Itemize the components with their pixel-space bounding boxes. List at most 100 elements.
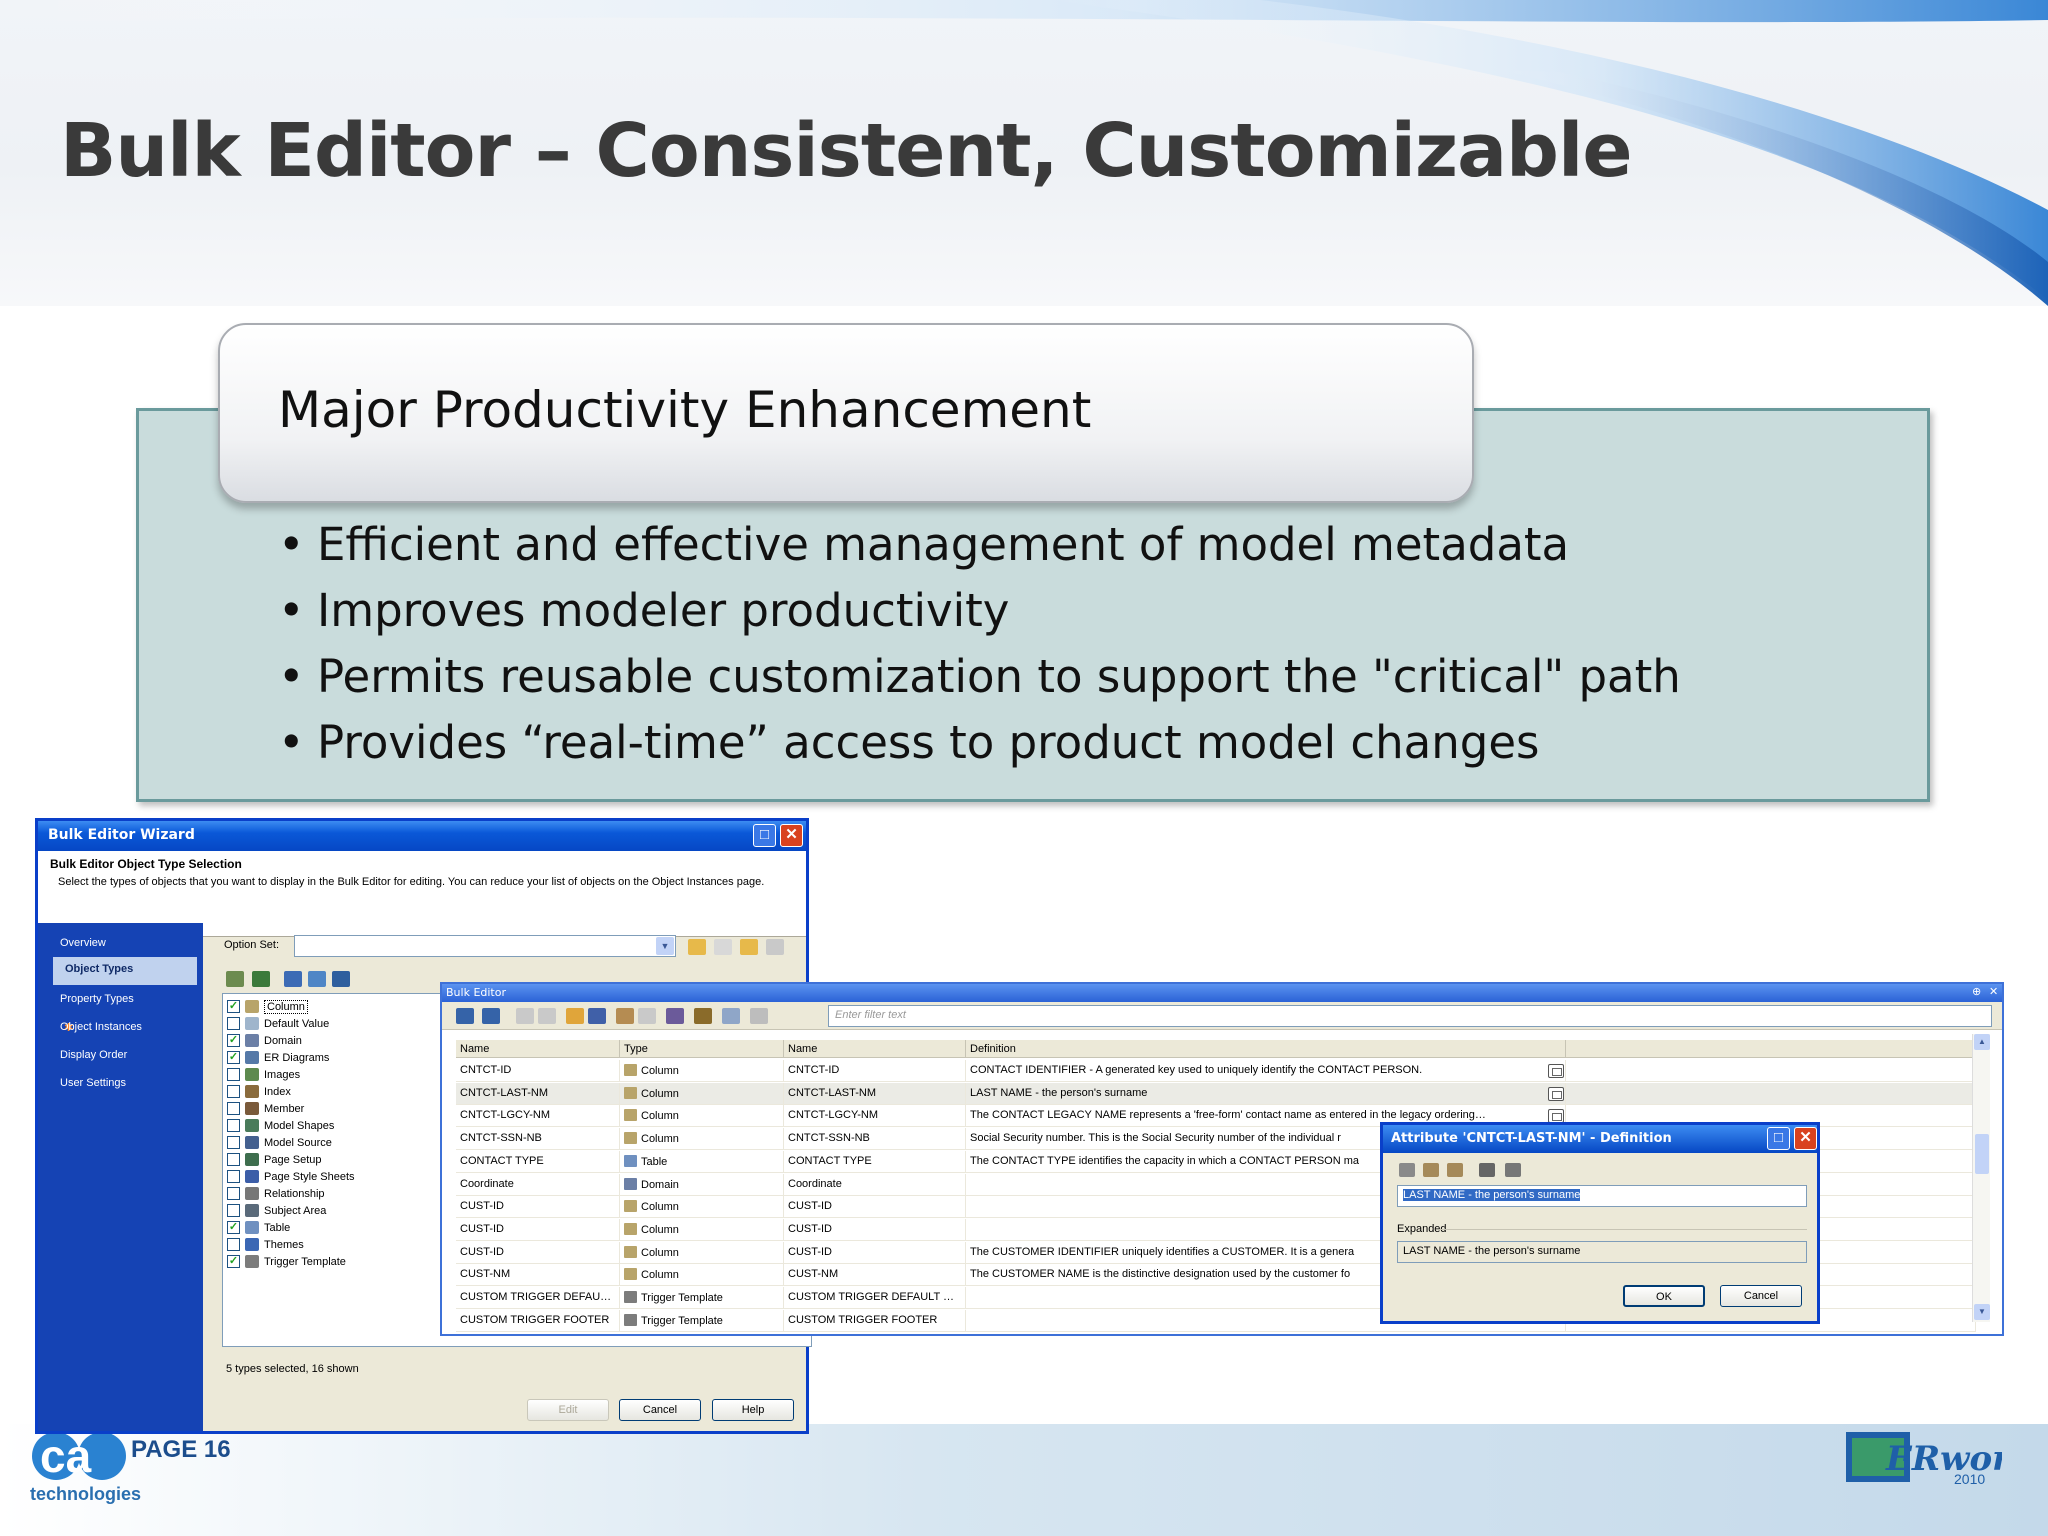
grid-cell-type[interactable]: Column xyxy=(620,1060,784,1082)
filter-add-icon[interactable] xyxy=(284,971,302,987)
cancel-button[interactable]: Cancel xyxy=(1720,1285,1802,1307)
grid-cell-name2[interactable]: CNTCT-LAST-NM xyxy=(784,1082,966,1105)
object-type-row[interactable]: Subject Area xyxy=(227,1202,326,1219)
grid-cell-definition[interactable]: LAST NAME - the person's surname xyxy=(966,1082,1566,1105)
checkbox-unchecked[interactable] xyxy=(227,1238,240,1251)
object-type-row[interactable]: Page Style Sheets xyxy=(227,1168,355,1185)
nav-user-settings[interactable]: User Settings xyxy=(60,1077,126,1089)
grid-cell-name2[interactable]: CNTCT-SSN-NB xyxy=(784,1128,966,1151)
grid-cell-name[interactable]: CUST-ID xyxy=(456,1241,620,1264)
cancel-button[interactable]: Cancel xyxy=(619,1399,701,1421)
checkbox-unchecked[interactable] xyxy=(227,1119,240,1132)
checkbox-unchecked[interactable] xyxy=(227,1017,240,1030)
save-icon[interactable] xyxy=(588,1008,606,1024)
grid-cell-type[interactable]: Domain xyxy=(620,1173,784,1196)
grid-cell-name[interactable]: CUST-NM xyxy=(456,1264,620,1287)
checkbox-checked[interactable]: ✓ xyxy=(227,1000,240,1013)
grid-cell-name2[interactable]: CONTACT TYPE xyxy=(784,1150,966,1173)
checkbox-unchecked[interactable] xyxy=(227,1187,240,1200)
columns-icon[interactable] xyxy=(722,1008,740,1024)
object-type-row[interactable]: Index xyxy=(227,1083,291,1100)
scroll-thumb[interactable] xyxy=(1975,1134,1989,1174)
grid-cell-name2[interactable]: CUST-ID xyxy=(784,1218,966,1241)
column-header-name[interactable]: Name xyxy=(456,1040,620,1058)
nav-property-types[interactable]: Property Types xyxy=(60,993,134,1005)
ok-button[interactable]: OK xyxy=(1623,1285,1705,1307)
checkbox-unchecked[interactable] xyxy=(227,1085,240,1098)
prev-icon[interactable] xyxy=(456,1008,474,1024)
grid-cell-name[interactable]: CNTCT-LAST-NM xyxy=(456,1082,620,1105)
checkbox-checked[interactable]: ✓ xyxy=(227,1051,240,1064)
close-button[interactable]: ✕ xyxy=(780,824,803,847)
checkbox-unchecked[interactable] xyxy=(227,1102,240,1115)
edit-definition-icon[interactable] xyxy=(1548,1086,1564,1101)
vertical-scrollbar[interactable]: ▲ ▼ xyxy=(1972,1034,1990,1322)
bulk-editor-titlebar[interactable]: Bulk Editor ⊕ ✕ xyxy=(442,984,2002,1002)
object-type-row[interactable]: ✓ Table xyxy=(227,1219,290,1236)
grid-cell-name[interactable]: CNTCT-LGCY-NM xyxy=(456,1105,620,1128)
scroll-up-icon[interactable]: ▲ xyxy=(1974,1034,1990,1050)
object-type-row[interactable]: Themes xyxy=(227,1236,304,1253)
checkbox-unchecked[interactable] xyxy=(227,1153,240,1166)
object-type-row[interactable]: ✓ ER Diagrams xyxy=(227,1049,329,1066)
grid-cell-type[interactable]: Trigger Template xyxy=(620,1309,784,1332)
definition-field[interactable]: LAST NAME - the person's surname xyxy=(1397,1185,1807,1207)
tree-view-icon[interactable] xyxy=(332,971,350,987)
grid-cell-name2[interactable]: CUST-NM xyxy=(784,1264,966,1287)
grid-cell-name2[interactable]: Coordinate xyxy=(784,1173,966,1196)
grid-cell-type[interactable]: Column xyxy=(620,1218,784,1241)
edit-button[interactable]: Edit xyxy=(527,1399,609,1421)
undo-icon[interactable] xyxy=(516,1008,534,1024)
copy-icon[interactable] xyxy=(1423,1163,1439,1177)
object-type-row[interactable]: Model Source xyxy=(227,1134,332,1151)
object-type-row[interactable]: Default Value xyxy=(227,1015,329,1032)
maximize-button[interactable]: □ xyxy=(1767,1127,1790,1150)
checkbox-checked[interactable]: ✓ xyxy=(227,1034,240,1047)
grid-cell-name2[interactable]: CNTCT-LGCY-NM xyxy=(784,1105,966,1128)
object-type-row[interactable]: Model Shapes xyxy=(227,1117,334,1134)
grid-cell-type[interactable]: Column xyxy=(620,1082,784,1105)
checkbox-checked[interactable]: ✓ xyxy=(227,1221,240,1234)
grid-cell-name[interactable]: CNTCT-SSN-NB xyxy=(456,1128,620,1151)
grid-cell-name[interactable]: CUST-ID xyxy=(456,1218,620,1241)
scroll-down-icon[interactable]: ▼ xyxy=(1974,1304,1990,1320)
nav-overview[interactable]: Overview xyxy=(60,937,106,949)
grid-cell-type[interactable]: Column xyxy=(620,1196,784,1219)
column-header-definition[interactable]: Definition xyxy=(966,1040,1566,1058)
grid-cell-name2[interactable]: CUSTOM TRIGGER DEFAULT … xyxy=(784,1287,966,1309)
attribute-dialog-titlebar[interactable]: Attribute 'CNTCT-LAST-NM' - Definition □… xyxy=(1383,1125,1817,1153)
checkbox-unchecked[interactable] xyxy=(227,1170,240,1183)
chevron-down-icon[interactable]: ▼ xyxy=(656,937,674,955)
grid-cell-type[interactable]: Table xyxy=(620,1150,784,1173)
filter-input[interactable]: Enter filter text xyxy=(828,1005,1992,1027)
redo-icon[interactable] xyxy=(538,1008,556,1024)
column-header-name-2[interactable]: Name xyxy=(784,1040,966,1058)
grid-cell-name2[interactable]: CUST-ID xyxy=(784,1196,966,1219)
tag-icon[interactable] xyxy=(750,1008,768,1024)
paste-icon[interactable] xyxy=(638,1008,656,1024)
refresh-icon[interactable] xyxy=(252,971,270,987)
open-folder-icon[interactable] xyxy=(688,939,706,955)
grid-cell-name[interactable]: CUSTOM TRIGGER DEFAU… xyxy=(456,1287,620,1309)
cut-icon[interactable] xyxy=(1399,1163,1415,1177)
grid-cell-type[interactable]: Column xyxy=(620,1241,784,1264)
filter-remove-icon[interactable] xyxy=(308,971,326,987)
grid-cell-definition[interactable]: CONTACT IDENTIFIER - A generated key use… xyxy=(966,1060,1566,1082)
refresh-icon[interactable] xyxy=(666,1008,684,1024)
new-option-set-icon[interactable] xyxy=(714,939,732,955)
checkbox-unchecked[interactable] xyxy=(227,1204,240,1217)
grid-cell-name[interactable]: CUSTOM TRIGGER FOOTER xyxy=(456,1309,620,1332)
help-button[interactable]: Help xyxy=(712,1399,794,1421)
object-type-row[interactable]: ✓ Trigger Template xyxy=(227,1253,346,1270)
object-type-row[interactable]: Page Setup xyxy=(227,1151,322,1168)
grid-cell-name[interactable]: CNTCT-ID xyxy=(456,1060,620,1082)
delete-icon[interactable] xyxy=(694,1008,712,1024)
checkbox-unchecked[interactable] xyxy=(227,1136,240,1149)
paste-icon[interactable] xyxy=(1447,1163,1463,1177)
object-type-row[interactable]: ✓ Domain xyxy=(227,1032,302,1049)
object-type-row[interactable]: ✓ Column xyxy=(227,998,308,1015)
nav-display-order[interactable]: Display Order xyxy=(60,1049,127,1061)
open-icon[interactable] xyxy=(566,1008,584,1024)
next-icon[interactable] xyxy=(482,1008,500,1024)
wizard-titlebar[interactable]: Bulk Editor Wizard □ ✕ xyxy=(38,821,806,851)
